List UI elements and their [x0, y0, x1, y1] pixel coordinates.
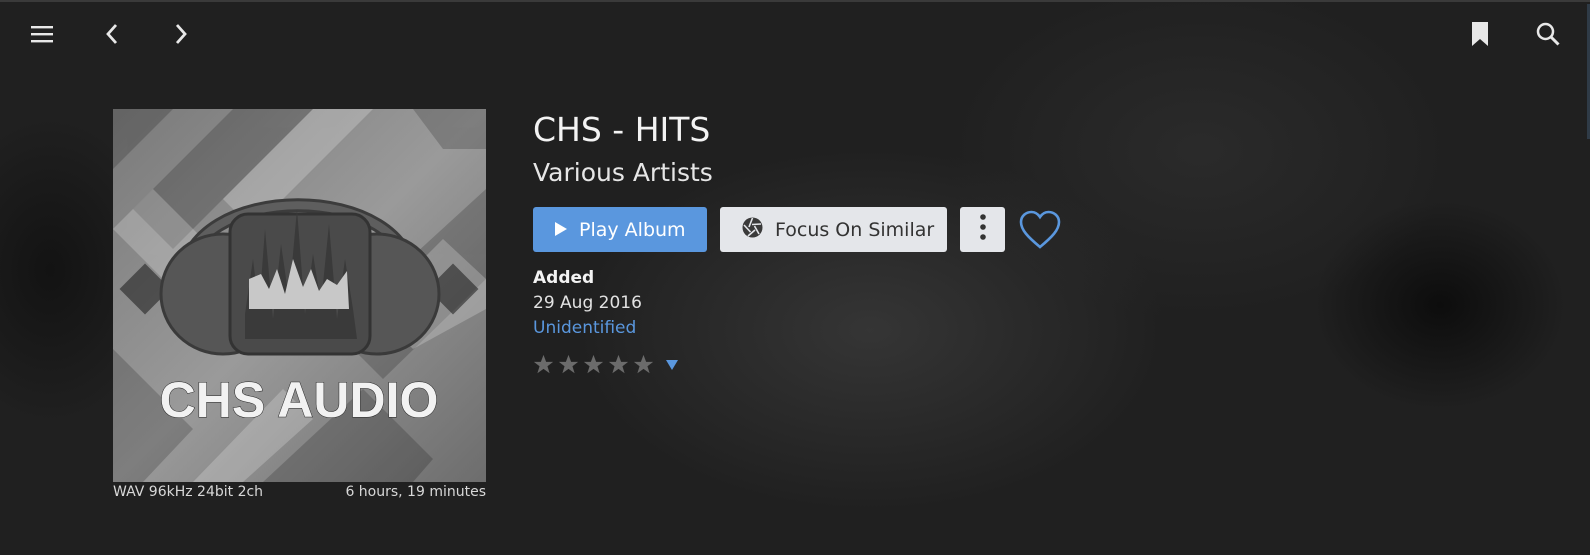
album-cover[interactable]: CHS AUDIO: [113, 109, 486, 482]
focus-on-similar-button[interactable]: Focus On Similar: [720, 207, 947, 252]
top-bar: [0, 0, 1590, 70]
more-options-button[interactable]: [960, 207, 1005, 252]
star-rating[interactable]: [533, 354, 678, 375]
chevron-left-icon[interactable]: [92, 14, 132, 54]
play-album-button[interactable]: Play Album: [533, 207, 707, 252]
album-title: CHS - HITS: [533, 110, 711, 149]
album-meta-row: WAV 96kHz 24bit 2ch 6 hours, 19 minutes: [113, 484, 486, 500]
added-label: Added: [533, 268, 595, 288]
aperture-icon: [742, 217, 763, 243]
star-icon[interactable]: [558, 354, 579, 375]
focus-on-similar-label: Focus On Similar: [775, 218, 935, 241]
rating-dropdown-icon[interactable]: [666, 359, 678, 370]
vertical-dots-icon: [979, 214, 986, 245]
audio-format: WAV 96kHz 24bit 2ch: [113, 484, 264, 500]
search-icon[interactable]: [1528, 14, 1568, 54]
bookmark-icon[interactable]: [1460, 14, 1500, 54]
album-duration: 6 hours, 19 minutes: [345, 484, 486, 500]
heart-outline-icon[interactable]: [1018, 208, 1062, 252]
play-album-label: Play Album: [579, 218, 686, 241]
album-artist[interactable]: Various Artists: [533, 158, 713, 187]
identification-status-link[interactable]: Unidentified: [533, 318, 636, 338]
star-icon[interactable]: [633, 354, 654, 375]
album-cover-text: CHS AUDIO: [160, 372, 439, 428]
hamburger-menu-icon[interactable]: [22, 14, 62, 54]
added-date: 29 Aug 2016: [533, 293, 642, 313]
chevron-right-icon[interactable]: [161, 14, 201, 54]
star-icon[interactable]: [608, 354, 629, 375]
play-icon: [555, 219, 567, 241]
star-icon[interactable]: [583, 354, 604, 375]
album-cover-artwork: CHS AUDIO: [113, 109, 486, 482]
star-icon[interactable]: [533, 354, 554, 375]
